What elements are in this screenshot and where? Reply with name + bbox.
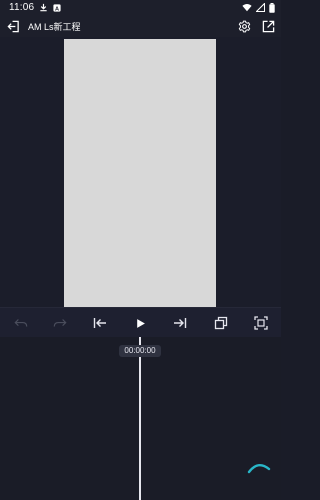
svg-text:A: A (55, 6, 59, 12)
battery-icon (269, 2, 275, 13)
wifi-icon (242, 3, 252, 12)
playback-toolbar (0, 307, 281, 337)
status-bar: 11:06 A (0, 0, 281, 15)
share-out-icon[interactable] (259, 17, 277, 35)
status-right (242, 2, 275, 13)
skip-to-end-icon[interactable] (171, 314, 189, 332)
video-canvas[interactable] (64, 39, 216, 308)
project-title: AM Ls新工程 (28, 21, 81, 32)
current-time-badge: 00:00:00 (119, 345, 161, 357)
status-left: 11:06 A (9, 2, 61, 13)
playhead[interactable] (139, 337, 141, 500)
download-icon (39, 3, 48, 12)
app-bar: AM Ls新工程 (0, 15, 281, 37)
timeline[interactable]: 00:00:00 (0, 337, 281, 500)
gear-icon[interactable] (235, 17, 253, 35)
play-icon[interactable] (131, 314, 149, 332)
fullscreen-icon[interactable] (252, 314, 270, 332)
crop-rotate-icon[interactable] (212, 314, 230, 332)
undo-icon[interactable] (12, 314, 30, 332)
header-actions (235, 17, 277, 35)
signal-icon (256, 3, 265, 12)
loading-spinner-icon (247, 458, 271, 474)
status-time: 11:06 (9, 2, 35, 13)
notification-a-icon: A (53, 3, 61, 12)
preview-area (0, 37, 281, 308)
skip-to-start-icon[interactable] (91, 314, 109, 332)
redo-icon[interactable] (51, 314, 69, 332)
exit-arrow-icon[interactable] (2, 15, 24, 37)
